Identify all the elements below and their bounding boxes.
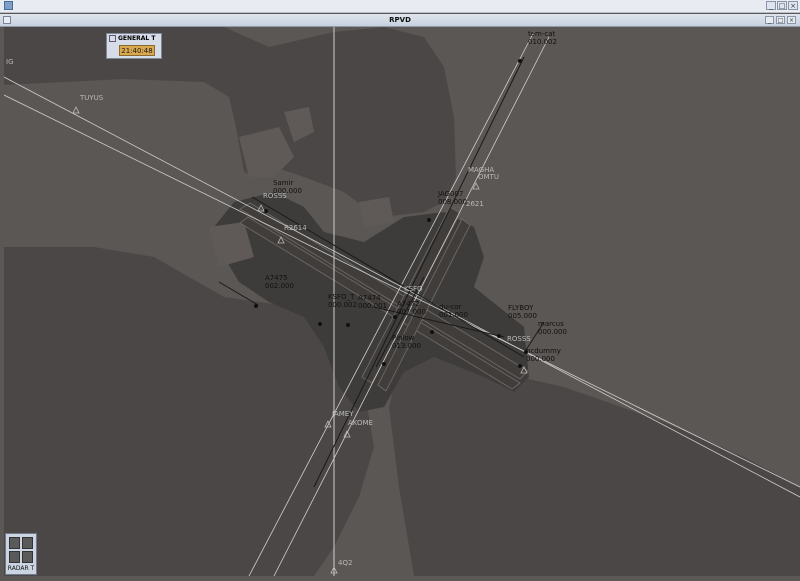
clock-title-text: GENERAL T — [118, 35, 156, 42]
datablock-callsign[interactable]: Samir — [273, 179, 293, 187]
frame-title: RPVD — [389, 16, 411, 24]
datablock-data: 001.000 — [439, 311, 468, 319]
aircraft-target[interactable] — [427, 218, 431, 222]
datablock-callsign[interactable]: A7472 — [397, 300, 420, 308]
aircraft-target[interactable] — [382, 362, 386, 366]
fix-label: AKOME — [348, 419, 373, 427]
fix-triangle — [72, 106, 80, 114]
datablock-data: 000.000 — [273, 187, 302, 195]
clock-widget-title: GENERAL T — [109, 35, 155, 42]
aircraft-target[interactable] — [318, 322, 322, 326]
general-time-widget[interactable]: GENERAL T 21:40:48 — [106, 33, 162, 59]
close-button[interactable]: × — [788, 1, 798, 10]
datablock-callsign[interactable]: marcus — [538, 320, 564, 328]
aircraft-target[interactable] — [264, 209, 268, 213]
aircraft-target[interactable] — [346, 323, 350, 327]
terminal-building — [359, 197, 394, 227]
fix-label: 4Q2 — [338, 559, 353, 567]
frame-minimize-button[interactable]: _ — [765, 16, 774, 24]
fix-label: R2614 — [284, 224, 307, 232]
minimized-window-label: RADAR T — [7, 565, 35, 572]
radar-application: _ □ × RPVD _ □ × IG TUYUS ROSSS R2614 MA… — [0, 0, 800, 581]
datablock-data: 010.002 — [528, 38, 557, 46]
fix-label: KSFO — [404, 285, 423, 293]
aircraft-target[interactable] — [430, 330, 434, 334]
frame-controls: _ □ × — [765, 16, 796, 24]
minimized-radar-window[interactable]: RADAR T — [5, 533, 37, 575]
datablock-data: 000.001 — [358, 302, 387, 310]
datablock-data: 000.000 — [526, 355, 555, 363]
datablock-callsign[interactable]: tem-cat — [528, 30, 555, 38]
fix-label: IG — [6, 58, 14, 66]
datablock-data: 000.002 — [328, 301, 357, 309]
internal-frame-title-bar[interactable]: RPVD _ □ × — [0, 14, 800, 27]
datablock-callsign[interactable]: du-cor — [439, 303, 461, 311]
maximize-button[interactable]: □ — [777, 1, 787, 10]
app-icon — [4, 1, 13, 10]
clock-icon — [109, 35, 116, 42]
frame-close-button[interactable]: × — [787, 16, 796, 24]
window-controls: _ □ × — [766, 1, 798, 10]
datablock-callsign[interactable]: Pinlow — [392, 334, 414, 342]
datablock-callsign[interactable]: ncdummy — [526, 347, 561, 355]
land-mass-east — [389, 347, 800, 576]
datablock-data: 005.000 — [508, 312, 537, 320]
aircraft-target[interactable] — [497, 334, 501, 338]
minimize-button[interactable]: _ — [766, 1, 776, 10]
fix-label: JAMEY — [332, 410, 354, 418]
datablock-callsign[interactable]: A7475 — [265, 274, 288, 282]
datablock-callsign[interactable]: JAG007 — [438, 190, 463, 198]
aircraft-target[interactable] — [518, 59, 522, 63]
frame-maximize-button[interactable]: □ — [776, 16, 785, 24]
datablock-data: 013.000 — [392, 342, 421, 350]
datablock-callsign[interactable]: A7474 — [358, 294, 381, 302]
fix-label: ROSSS — [507, 335, 531, 343]
datablock-callsign[interactable]: KSFO_T — [328, 293, 354, 301]
fix-label: OMTU — [478, 173, 499, 181]
datablock-data: 007.000 — [397, 308, 426, 316]
fix-label: TUYUS — [80, 94, 104, 102]
clock-time: 21:40:48 — [119, 45, 155, 56]
radar-scope[interactable]: IG TUYUS ROSSS R2614 MAGHA OMTU 2621 KSF… — [4, 27, 800, 576]
fix-label: 2621 — [466, 200, 484, 208]
datablock-data: 002.000 — [265, 282, 294, 290]
datablock-callsign[interactable]: FLYBOY — [508, 304, 533, 312]
datablock-data: 000.000 — [538, 328, 567, 336]
aircraft-target[interactable] — [518, 364, 522, 368]
datablock-data: 008.000 — [438, 198, 467, 206]
aircraft-target[interactable] — [254, 304, 258, 308]
os-title-bar: _ □ × — [0, 0, 800, 13]
land-mass-north — [4, 27, 456, 217]
radar-window-icon — [9, 537, 33, 563]
